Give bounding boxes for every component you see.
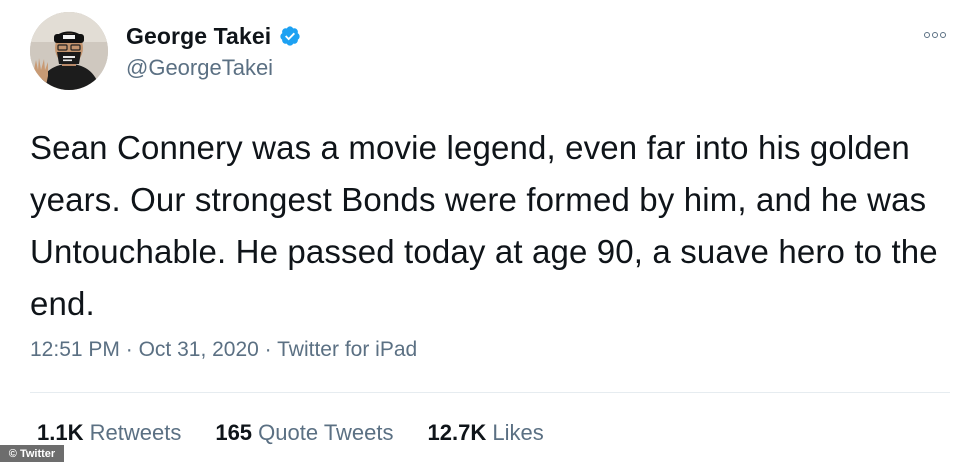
- quote-tweets-stat[interactable]: 165 Quote Tweets: [215, 420, 393, 446]
- source-watermark: © Twitter: [0, 445, 64, 462]
- likes-label: Likes: [492, 420, 544, 445]
- tweet-time[interactable]: 12:51 PM: [30, 338, 120, 361]
- tweet-metadata: 12:51 PM · Oct 31, 2020 · Twitter for iP…: [30, 338, 417, 362]
- likes-stat[interactable]: 12.7K Likes: [428, 420, 544, 446]
- avatar-photo-icon: [30, 12, 108, 90]
- tweet-date[interactable]: Oct 31, 2020: [139, 338, 259, 361]
- display-name[interactable]: George Takei: [126, 23, 271, 50]
- meta-separator: ·: [125, 338, 133, 361]
- tweet-source[interactable]: Twitter for iPad: [277, 338, 417, 361]
- avatar[interactable]: [30, 12, 108, 90]
- more-options-icon[interactable]: [920, 25, 950, 45]
- likes-count: 12.7K: [427, 420, 487, 445]
- quote-tweets-label: Quote Tweets: [258, 420, 394, 445]
- meta-separator: ·: [264, 338, 272, 361]
- engagement-stats: 1.1K Retweets 165 Quote Tweets 12.7K Lik…: [37, 420, 544, 446]
- quote-tweets-count: 165: [215, 420, 253, 445]
- author-name-row[interactable]: George Takei: [126, 22, 301, 50]
- retweets-label: Retweets: [89, 420, 182, 445]
- author-handle[interactable]: @GeorgeTakei: [126, 55, 273, 81]
- divider: [30, 392, 950, 393]
- tweet-card: George Takei @GeorgeTakei Sean Connery w…: [0, 0, 962, 462]
- retweets-stat[interactable]: 1.1K Retweets: [37, 420, 181, 446]
- verified-badge-icon: [279, 25, 301, 47]
- retweets-count: 1.1K: [37, 420, 84, 445]
- tweet-text: Sean Connery was a movie legend, even fa…: [30, 129, 938, 322]
